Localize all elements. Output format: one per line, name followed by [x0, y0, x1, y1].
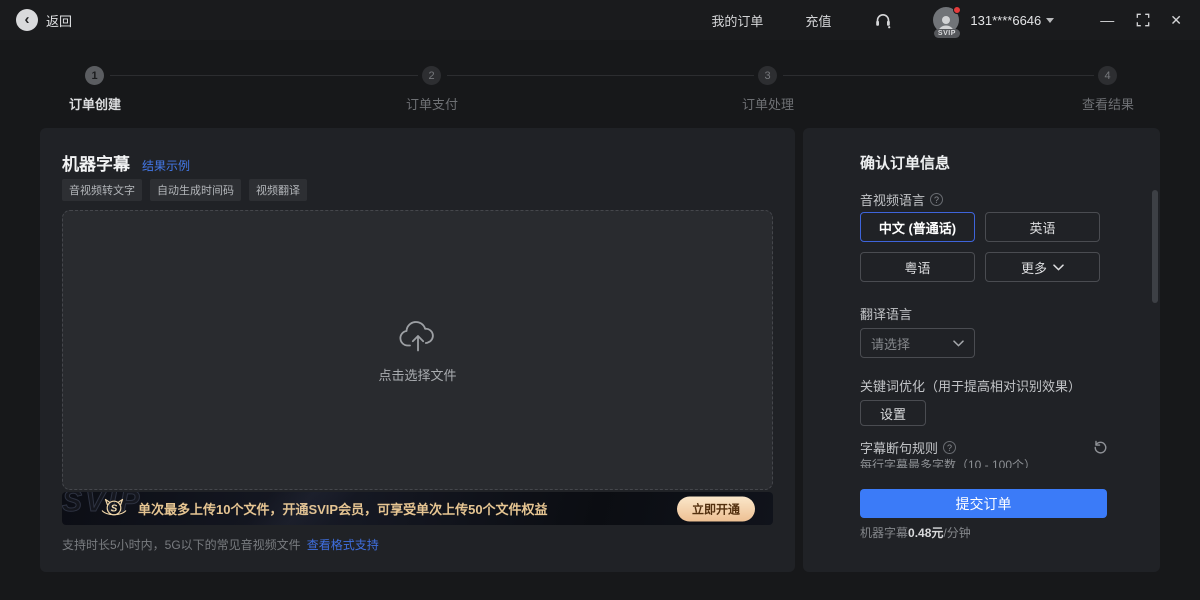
language-option-english[interactable]: 英语 [985, 212, 1100, 242]
order-steps: 1 2 3 4 订单创建 订单支付 订单处理 查看结果 [0, 66, 1200, 110]
step-3-circle: 3 [758, 66, 777, 85]
chevron-down-icon [1053, 264, 1064, 271]
submit-order-button[interactable]: 提交订单 [860, 489, 1107, 518]
more-label: 更多 [1021, 258, 1047, 277]
feature-tags: 音视频转文字 自动生成时间码 视频翻译 [62, 179, 307, 201]
step-2-circle: 2 [422, 66, 441, 85]
step-2-label: 订单支付 [372, 94, 492, 113]
keyword-settings-button[interactable]: 设置 [860, 400, 926, 426]
user-avatar[interactable]: SVIP [933, 7, 960, 34]
price-value: 0.48元 [908, 526, 943, 540]
upload-cloud-icon [397, 317, 439, 353]
supported-formats-note: 支持时长5小时内，5G以下的常见音视频文件 [62, 538, 301, 552]
format-support-link[interactable]: 查看格式支持 [307, 538, 379, 552]
feature-tag: 音视频转文字 [62, 179, 142, 201]
reset-rules-button[interactable] [1093, 440, 1108, 455]
step-connector [110, 75, 418, 76]
subtitle-rules-label: 字幕断句规则 [860, 438, 938, 457]
step-connector [447, 75, 754, 76]
step-1-label: 订单创建 [35, 94, 155, 113]
price-suffix: /分钟 [943, 526, 970, 540]
right-panel-scrollbar[interactable] [1152, 190, 1158, 303]
language-options: 中文 (普通话) 英语 粤语 更多 [860, 212, 1100, 282]
confirm-order-title: 确认订单信息 [860, 152, 950, 173]
result-example-link[interactable]: 结果示例 [142, 157, 190, 174]
file-dropzone[interactable]: 点击选择文件 [62, 210, 773, 490]
step-4-circle: 4 [1098, 66, 1117, 85]
upload-hint: 点击选择文件 [378, 365, 456, 384]
close-button[interactable]: ✕ [1170, 12, 1182, 29]
svip-badge: SVIP [934, 29, 960, 38]
av-language-label: 音视频语言 [860, 190, 925, 209]
feature-tag: 视频翻译 [249, 179, 307, 201]
svip-cat-icon: S [100, 497, 128, 521]
language-option-mandarin[interactable]: 中文 (普通话) [860, 212, 975, 242]
translate-language-label: 翻译语言 [860, 304, 912, 323]
language-option-cantonese[interactable]: 粤语 [860, 252, 975, 282]
keyword-optimization-label: 关键词优化（用于提高相对识别效果） [860, 376, 1081, 395]
step-4-label: 查看结果 [1048, 94, 1168, 113]
price-prefix: 机器字幕 [860, 526, 908, 540]
page-title: 机器字幕 [62, 150, 130, 175]
minimize-button[interactable]: — [1100, 12, 1114, 28]
reset-icon [1093, 440, 1108, 455]
step-3-label: 订单处理 [708, 94, 828, 113]
fullscreen-icon [1136, 13, 1150, 27]
back-chevron-icon: ‹ [16, 9, 38, 31]
feature-tag: 自动生成时间码 [150, 179, 241, 201]
banner-sheen [171, 492, 453, 525]
step-1-circle: 1 [85, 66, 104, 85]
subtitle-rules-label-row: 字幕断句规则 ? [860, 438, 956, 457]
back-label: 返回 [46, 11, 72, 30]
translate-language-select[interactable]: 请选择 [860, 328, 975, 358]
fullscreen-button[interactable] [1136, 13, 1150, 27]
subtitle-rule-setting-clipped: 每行字幕最多字数（10 - 100个） [860, 458, 1120, 468]
upload-panel: 机器字幕 结果示例 音视频转文字 自动生成时间码 视频翻译 点击选择文件 SVI… [40, 128, 795, 572]
notification-dot [953, 6, 961, 14]
svip-icon-letter: S [111, 504, 118, 515]
titlebar: ‹ 返回 我的订单 充值 SVIP 131****6646 — ✕ [0, 0, 1200, 40]
back-button[interactable]: ‹ 返回 [16, 9, 72, 31]
subtitle-rules-row: 字幕断句规则 ? [860, 438, 1108, 457]
chevron-down-icon [953, 340, 964, 347]
nav-recharge[interactable]: 充值 [805, 11, 831, 30]
open-svip-button[interactable]: 立即开通 [677, 496, 755, 521]
order-confirm-panel: 确认订单信息 音视频语言 ? 中文 (普通话) 英语 粤语 更多 翻译语言 请选… [803, 128, 1160, 572]
av-language-label-row: 音视频语言 ? [860, 190, 943, 209]
info-icon[interactable]: ? [930, 193, 943, 206]
select-placeholder: 请选择 [871, 334, 953, 353]
svip-banner: SVIP S 单次最多上传10个文件，开通SVIP会员，可享受单次上传50个文件… [62, 492, 773, 525]
step-connector [783, 75, 1094, 76]
price-note: 机器字幕0.48元/分钟 [860, 524, 971, 541]
info-icon[interactable]: ? [943, 441, 956, 454]
nav-my-orders[interactable]: 我的订单 [711, 11, 763, 30]
language-option-more[interactable]: 更多 [985, 252, 1100, 282]
caret-down-icon[interactable] [1046, 18, 1054, 23]
upload-footer-note: 支持时长5小时内，5G以下的常见音视频文件查看格式支持 [62, 536, 379, 553]
support-headset-icon[interactable] [873, 10, 893, 30]
username[interactable]: 131****6646 [970, 13, 1041, 28]
